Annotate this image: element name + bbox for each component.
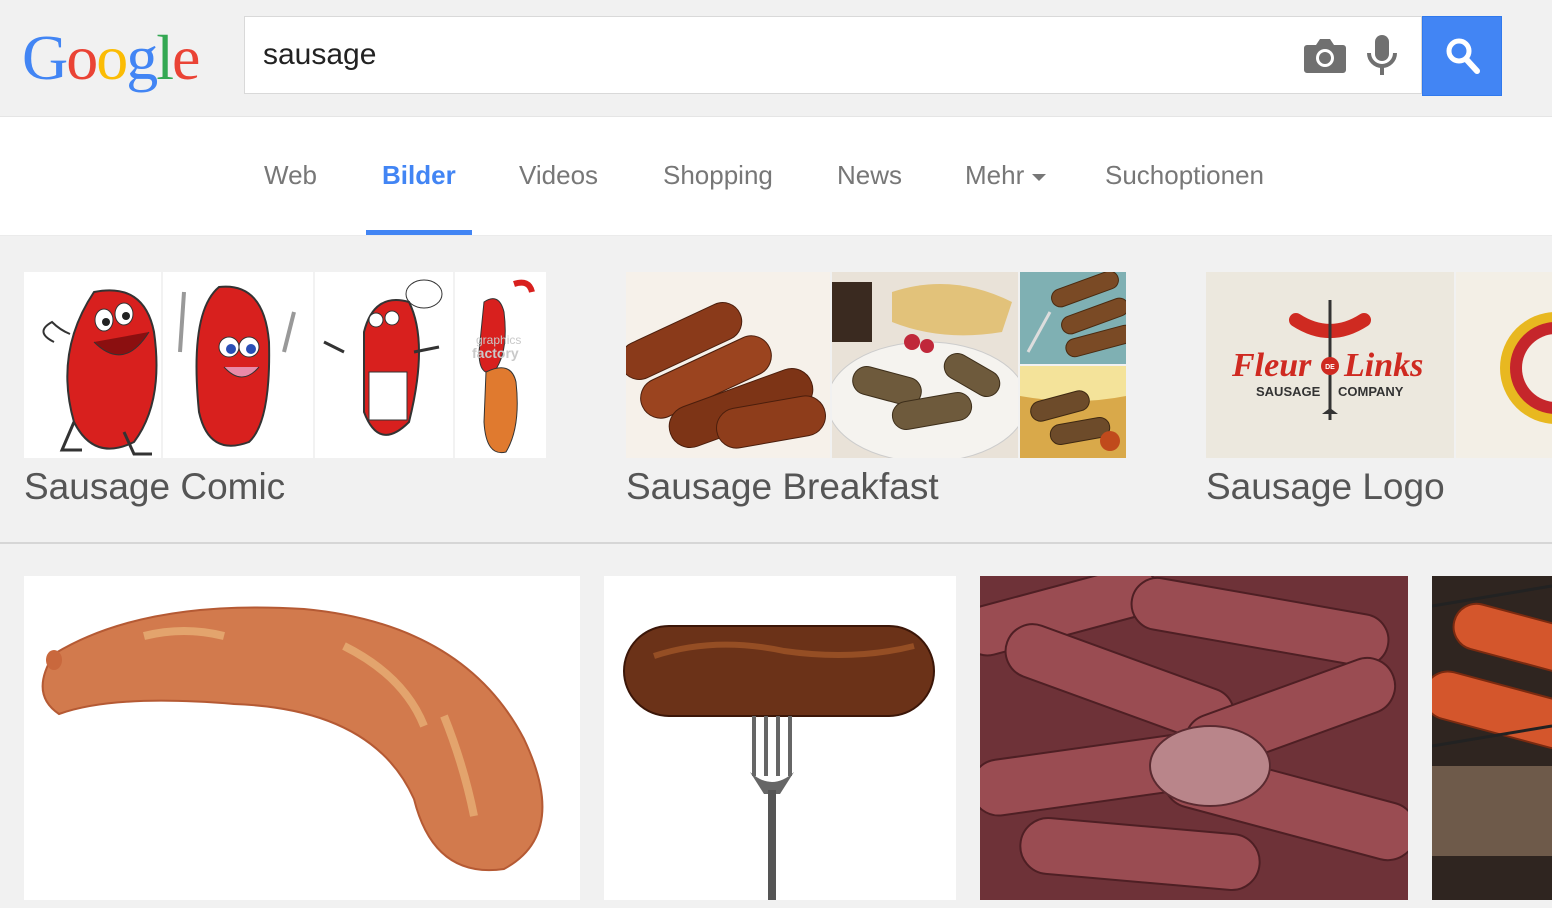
breakfast-thumb-4: [1020, 366, 1126, 458]
search-button[interactable]: [1422, 16, 1502, 96]
google-logo[interactable]: Google: [22, 18, 200, 98]
image-result[interactable]: [604, 576, 956, 900]
image-result[interactable]: [1432, 576, 1552, 900]
related-label: Sausage Breakfast: [626, 466, 939, 507]
breakfast-thumb-2: [832, 272, 1018, 458]
logo-thumb-2: [1456, 272, 1552, 458]
related-searches: graphics factory Sausage Comic Sausage B…: [0, 236, 1552, 544]
logo-letter: l: [156, 22, 174, 93]
logo-letter: g: [126, 22, 158, 93]
logo-brand-mid: DE: [1325, 364, 1335, 371]
image-result[interactable]: [980, 576, 1408, 900]
logo-sub-right: COMPANY: [1338, 384, 1404, 399]
tab-bilder[interactable]: Bilder: [382, 117, 456, 235]
camera-icon[interactable]: [1303, 35, 1347, 75]
logo-thumb-1: Fleur DE Links SAUSAGE COMPANY: [1206, 272, 1454, 458]
related-thumbs: graphics factory: [24, 272, 546, 458]
tab-mehr-label: Mehr: [965, 160, 1025, 190]
logo-letter: o: [66, 22, 98, 93]
breakfast-thumb-3: [1020, 272, 1126, 364]
logo-brand-right: Links: [1343, 347, 1423, 384]
search-input[interactable]: [263, 17, 1283, 93]
related-card-sausage-breakfast[interactable]: Sausage Breakfast: [626, 272, 1126, 507]
related-label: Sausage Logo: [1206, 466, 1445, 507]
image-result[interactable]: [24, 576, 580, 900]
logo-letter: G: [22, 22, 68, 93]
caret-down-icon: [1032, 173, 1047, 181]
logo-letter: e: [172, 22, 200, 93]
search-tabs: Web Bilder Videos Shopping News Mehr Suc…: [0, 117, 1552, 236]
tab-news[interactable]: News: [837, 117, 902, 235]
tab-suchoptionen[interactable]: Suchoptionen: [1105, 117, 1264, 235]
header: Google: [0, 0, 1552, 117]
logo-sub-left: SAUSAGE: [1256, 384, 1321, 399]
search-icon: [1446, 38, 1480, 74]
breakfast-thumb-1: [626, 272, 830, 458]
image-results: [0, 576, 1552, 908]
related-card-sausage-comic[interactable]: graphics factory Sausage Comic: [24, 272, 546, 507]
tab-mehr[interactable]: Mehr: [965, 117, 1047, 235]
logo-letter: o: [96, 22, 128, 93]
related-card-sausage-logo[interactable]: Fleur DE Links SAUSAGE COMPANY Sausage L…: [1206, 272, 1552, 507]
comic-thumb: graphics factory: [24, 272, 546, 458]
tab-videos[interactable]: Videos: [519, 117, 598, 235]
watermark-line2: factory: [472, 345, 519, 361]
tab-shopping[interactable]: Shopping: [663, 117, 773, 235]
mic-icon[interactable]: [1365, 33, 1399, 79]
active-tab-indicator: [366, 230, 472, 235]
related-thumbs: Fleur DE Links SAUSAGE COMPANY: [1206, 272, 1552, 458]
related-thumbs: [626, 272, 1126, 458]
logo-brand-left: Fleur: [1231, 347, 1312, 384]
related-label: Sausage Comic: [24, 466, 286, 507]
search-box: [244, 16, 1422, 94]
tab-web[interactable]: Web: [264, 117, 317, 235]
